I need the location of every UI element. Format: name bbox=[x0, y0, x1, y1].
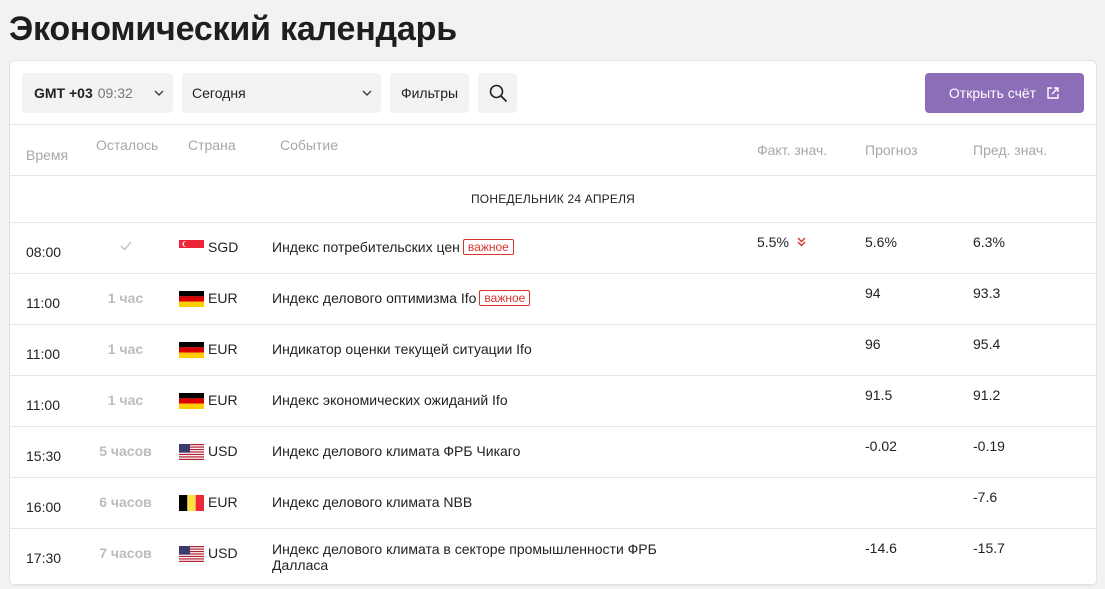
event-name[interactable]: Индекс потребительских цен важное bbox=[272, 239, 514, 255]
previous-value: -0.19 bbox=[973, 438, 1005, 454]
previous-value: 95.4 bbox=[973, 336, 1001, 352]
time-left: 1 час bbox=[107, 392, 144, 408]
open-account-button[interactable]: Открыть счёт bbox=[925, 73, 1084, 113]
event-time: 11:00 bbox=[26, 295, 60, 311]
column-previous: Пред. знач. bbox=[973, 142, 1048, 158]
timezone-time: 09:32 bbox=[97, 85, 133, 101]
check-icon bbox=[80, 239, 171, 255]
table-row[interactable]: 15:30 5 часов USD Индекс делового климата Ф… bbox=[10, 427, 1096, 478]
forecast-value: 5.6% bbox=[865, 234, 897, 250]
event-currency: EUR bbox=[208, 341, 238, 357]
toolbar: GMT +03 09:32 Сегодня Фильтры Открыть сч… bbox=[10, 61, 1096, 125]
flag-be-icon bbox=[179, 495, 204, 511]
importance-badge: важное bbox=[479, 290, 531, 306]
event-title: Индекс потребительских цен bbox=[272, 239, 460, 255]
table-row[interactable]: 08:00 SGD Индекс потребительских цен важное… bbox=[10, 223, 1096, 274]
column-actual: Факт. знач. bbox=[757, 142, 828, 158]
chevron-down-icon bbox=[154, 90, 164, 97]
search-icon bbox=[489, 84, 507, 102]
event-currency: USD bbox=[208, 443, 238, 459]
filters-button[interactable]: Фильтры bbox=[390, 73, 469, 113]
timezone-select[interactable]: GMT +03 09:32 bbox=[22, 73, 173, 113]
flag-de-icon bbox=[179, 342, 204, 358]
chevron-down-icon bbox=[362, 90, 372, 97]
event-time: 11:00 bbox=[26, 346, 60, 362]
event-title: Индекс делового климата NBB bbox=[272, 494, 473, 510]
external-link-icon bbox=[1047, 87, 1059, 99]
events-list: 08:00 SGD Индекс потребительских цен важное… bbox=[10, 223, 1096, 585]
time-left: 6 часов bbox=[99, 494, 152, 510]
time-left: 1 час bbox=[107, 290, 144, 306]
timezone-label: GMT +03 bbox=[34, 85, 93, 101]
event-time: 08:00 bbox=[26, 244, 62, 260]
event-title: Индекс экономических ожиданий Ifo bbox=[272, 392, 508, 408]
column-time: Время bbox=[26, 147, 69, 163]
column-event: Событие bbox=[280, 137, 338, 153]
page-title: Экономический календарь bbox=[9, 10, 457, 48]
flag-us-icon bbox=[179, 546, 204, 562]
table-row[interactable]: 11:00 1 час EUR Индекс экономических ожидан… bbox=[10, 376, 1096, 427]
double-chevron-down-icon bbox=[797, 234, 806, 250]
calendar-card: GMT +03 09:32 Сегодня Фильтры Открыть сч… bbox=[9, 60, 1097, 586]
event-name[interactable]: Индекс делового климата в секторе промыш… bbox=[272, 541, 692, 573]
actual-value-text: 5.5% bbox=[757, 234, 789, 250]
day-select[interactable]: Сегодня bbox=[182, 73, 381, 113]
event-title: Индикатор оценки текущей ситуации Ifo bbox=[272, 341, 532, 357]
previous-value: 91.2 bbox=[973, 387, 1001, 403]
actual-value: 5.5% bbox=[757, 234, 806, 250]
event-name[interactable]: Индекс экономических ожиданий Ifo bbox=[272, 392, 508, 408]
open-account-label: Открыть счёт bbox=[948, 85, 1037, 101]
flag-de-icon bbox=[179, 393, 204, 409]
previous-value: 93.3 bbox=[973, 285, 1001, 301]
event-name[interactable]: Индикатор оценки текущей ситуации Ifo bbox=[272, 341, 532, 357]
table-row[interactable]: 17:30 7 часов USD Индекс делового климата в… bbox=[10, 529, 1096, 585]
event-currency: EUR bbox=[208, 290, 238, 306]
event-currency: SGD bbox=[208, 239, 239, 255]
event-name[interactable]: Индекс делового климата NBB bbox=[272, 494, 472, 510]
time-left: 5 часов bbox=[99, 443, 152, 459]
forecast-value: 94 bbox=[865, 285, 881, 301]
time-left: 1 час bbox=[107, 341, 144, 357]
importance-badge: важное bbox=[462, 239, 514, 255]
table-row[interactable]: 11:00 1 час EUR Индекс делового оптимизма I… bbox=[10, 274, 1096, 325]
previous-value: -15.7 bbox=[973, 540, 1005, 556]
column-forecast: Прогноз bbox=[865, 142, 918, 158]
table-row[interactable]: 16:00 6 часов EUR Индекс делового климата N… bbox=[10, 478, 1096, 529]
forecast-value: -14.6 bbox=[865, 540, 897, 556]
event-name[interactable]: Индекс делового оптимизма Ifo важное bbox=[272, 290, 531, 306]
event-title: Индекс делового климата ФРБ Чикаго bbox=[272, 443, 521, 459]
forecast-value: 91.5 bbox=[865, 387, 893, 403]
table-header: Время Осталось Страна Событие Факт. знач… bbox=[10, 125, 1096, 176]
filters-label: Фильтры bbox=[400, 85, 459, 101]
event-title: Индекс делового оптимизма Ifo bbox=[272, 290, 477, 306]
event-name[interactable]: Индекс делового климата ФРБ Чикаго bbox=[272, 443, 520, 459]
event-currency: EUR bbox=[208, 392, 238, 408]
event-time: 17:30 bbox=[26, 550, 62, 566]
column-country: Страна bbox=[188, 137, 236, 153]
event-title: Индекс делового климата в секторе промыш… bbox=[272, 541, 657, 573]
search-button[interactable] bbox=[478, 73, 517, 113]
flag-us-icon bbox=[179, 444, 204, 460]
day-select-value: Сегодня bbox=[192, 85, 246, 101]
event-currency: USD bbox=[208, 545, 238, 561]
day-header: ПОНЕДЕЛЬНИК 24 АПРЕЛЯ bbox=[10, 176, 1096, 223]
forecast-value: -0.02 bbox=[865, 438, 897, 454]
event-time: 15:30 bbox=[26, 448, 62, 464]
event-time: 16:00 bbox=[26, 499, 62, 515]
column-left: Осталось bbox=[96, 137, 159, 153]
previous-value: 6.3% bbox=[973, 234, 1005, 250]
table-row[interactable]: 11:00 1 час EUR Индикатор оценки текущей си… bbox=[10, 325, 1096, 376]
flag-sg-icon bbox=[179, 240, 204, 256]
event-time: 11:00 bbox=[26, 397, 60, 413]
flag-de-icon bbox=[179, 291, 204, 307]
previous-value: -7.6 bbox=[973, 489, 998, 505]
forecast-value: 96 bbox=[865, 336, 881, 352]
event-currency: EUR bbox=[208, 494, 238, 510]
time-left: 7 часов bbox=[99, 545, 152, 561]
